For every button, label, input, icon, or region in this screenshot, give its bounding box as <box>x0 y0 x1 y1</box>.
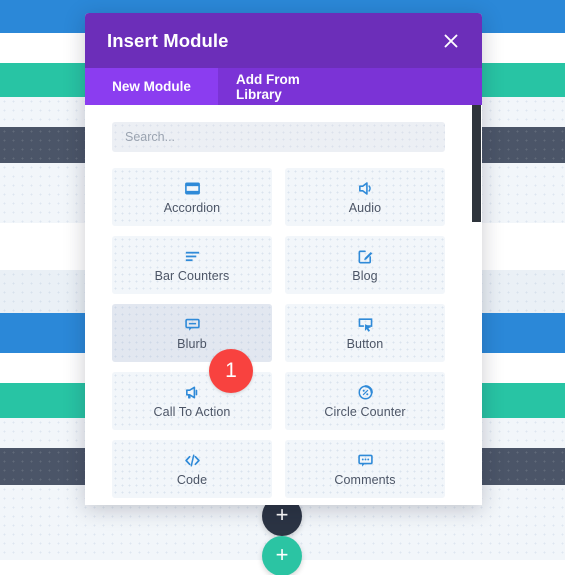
tab-label: Add From Library <box>236 71 300 102</box>
module-tile-accordion[interactable]: Accordion <box>112 168 272 226</box>
blurb-icon <box>184 315 201 334</box>
call-to-action-icon <box>184 383 201 402</box>
modal-title: Insert Module <box>107 29 229 51</box>
module-tile-button[interactable]: Button <box>285 304 445 362</box>
search-input[interactable] <box>112 122 445 152</box>
step-badge-number: 1 <box>225 359 237 382</box>
module-label: Comments <box>334 473 396 487</box>
scrollbar-thumb[interactable] <box>472 105 481 222</box>
module-tile-blog[interactable]: Blog <box>285 236 445 294</box>
modal-body: Accordion Audio Bar Counters <box>85 105 482 505</box>
plus-icon: + <box>275 502 289 527</box>
close-icon[interactable] <box>440 30 462 52</box>
module-tile-audio[interactable]: Audio <box>285 168 445 226</box>
accordion-icon <box>184 179 201 198</box>
audio-icon <box>357 179 374 198</box>
module-label: Bar Counters <box>154 269 230 283</box>
module-label: Code <box>176 473 208 487</box>
add-row-button[interactable]: + <box>262 536 302 575</box>
module-label: Circle Counter <box>324 405 406 419</box>
module-grid: Accordion Audio Bar Counters Blog Blurb … <box>112 168 457 498</box>
module-tile-comments[interactable]: Comments <box>285 440 445 498</box>
insert-module-modal: Insert Module New Module Add From Librar… <box>85 13 482 505</box>
circle-counter-icon <box>357 383 374 402</box>
plus-icon: + <box>275 542 289 567</box>
modal-scrollbar[interactable] <box>472 105 481 505</box>
blog-icon <box>357 247 374 266</box>
module-label: Call To Action <box>153 405 231 419</box>
module-tile-circle-counter[interactable]: Circle Counter <box>285 372 445 430</box>
tab-label: New Module <box>112 79 191 94</box>
module-label: Blog <box>352 269 378 283</box>
module-tile-bar-counters[interactable]: Bar Counters <box>112 236 272 294</box>
step-badge: 1 <box>209 349 253 393</box>
code-icon <box>184 451 201 470</box>
module-tile-blurb[interactable]: Blurb <box>112 304 272 362</box>
bar-counters-icon <box>184 247 201 266</box>
module-tile-code[interactable]: Code <box>112 440 272 498</box>
module-label: Button <box>346 337 384 351</box>
tab-add-from-library[interactable]: Add From Library <box>218 68 360 105</box>
button-icon <box>357 315 374 334</box>
module-label: Audio <box>348 201 382 215</box>
module-label: Blurb <box>177 337 207 351</box>
modal-tabbar: New Module Add From Library <box>85 68 482 105</box>
comments-icon <box>357 451 374 470</box>
tab-new-module[interactable]: New Module <box>85 68 218 105</box>
modal-header: Insert Module <box>85 13 482 68</box>
module-label: Accordion <box>163 201 221 215</box>
